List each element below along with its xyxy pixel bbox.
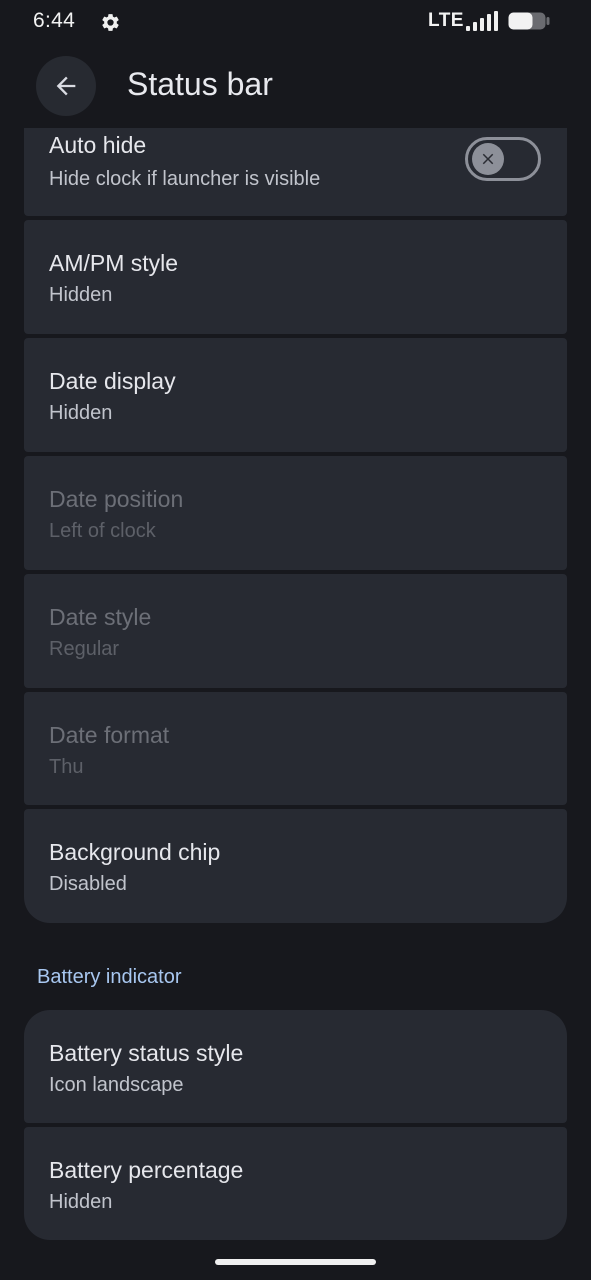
setting-date-position: Date position Left of clock xyxy=(24,456,567,570)
page-title: Status bar xyxy=(127,66,273,102)
setting-background-chip[interactable]: Background chip Disabled xyxy=(24,809,567,923)
section-header-battery: Battery indicator xyxy=(37,966,182,988)
clock: 6:44 xyxy=(33,9,76,32)
setting-subtitle: Hidden xyxy=(49,1191,113,1213)
setting-date-style: Date style Regular xyxy=(24,574,567,688)
auto-hide-toggle[interactable] xyxy=(465,137,541,181)
setting-subtitle: Hide clock if launcher is visible xyxy=(49,168,321,190)
setting-title: Date position xyxy=(49,486,184,512)
setting-title: Battery status style xyxy=(49,1040,244,1066)
toggle-knob xyxy=(472,143,504,175)
app-bar: Status bar xyxy=(0,44,591,128)
battery-icon xyxy=(508,12,550,30)
setting-date-format: Date format Thu xyxy=(24,692,567,805)
arrow-back-icon xyxy=(56,76,76,96)
setting-title: Battery percentage xyxy=(49,1157,244,1183)
network-type: LTE xyxy=(428,10,464,31)
setting-title: Date display xyxy=(49,368,176,394)
setting-title: Date style xyxy=(49,604,152,630)
setting-ampm-style[interactable]: AM/PM style Hidden xyxy=(24,220,567,334)
setting-auto-hide[interactable]: Auto hide Hide clock if launcher is visi… xyxy=(24,128,567,216)
close-icon xyxy=(482,153,494,165)
settings-list[interactable]: Auto hide Hide clock if launcher is visi… xyxy=(0,128,591,1248)
setting-subtitle: Hidden xyxy=(49,402,113,424)
setting-subtitle: Left of clock xyxy=(49,520,156,542)
setting-subtitle: Icon landscape xyxy=(49,1074,184,1096)
setting-subtitle: Thu xyxy=(49,756,84,778)
setting-title: AM/PM style xyxy=(49,250,179,276)
system-status-bar: 6:44 LTE xyxy=(0,0,591,44)
home-gesture-bar[interactable] xyxy=(215,1259,376,1265)
setting-subtitle: Disabled xyxy=(49,873,127,895)
setting-battery-percentage[interactable]: Battery percentage Hidden xyxy=(24,1127,567,1240)
setting-subtitle: Hidden xyxy=(49,284,113,306)
back-button[interactable] xyxy=(36,56,96,116)
setting-title: Auto hide xyxy=(49,132,147,158)
setting-battery-status-style[interactable]: Battery status style Icon landscape xyxy=(24,1010,567,1123)
setting-date-display[interactable]: Date display Hidden xyxy=(24,338,567,452)
gear-icon xyxy=(102,14,119,31)
screen: 6:44 LTE Status bar Auto hide Hide clock… xyxy=(0,0,591,1280)
setting-title: Background chip xyxy=(49,839,221,865)
signal-icon xyxy=(466,11,498,31)
setting-title: Date format xyxy=(49,722,170,748)
setting-subtitle: Regular xyxy=(49,638,120,660)
